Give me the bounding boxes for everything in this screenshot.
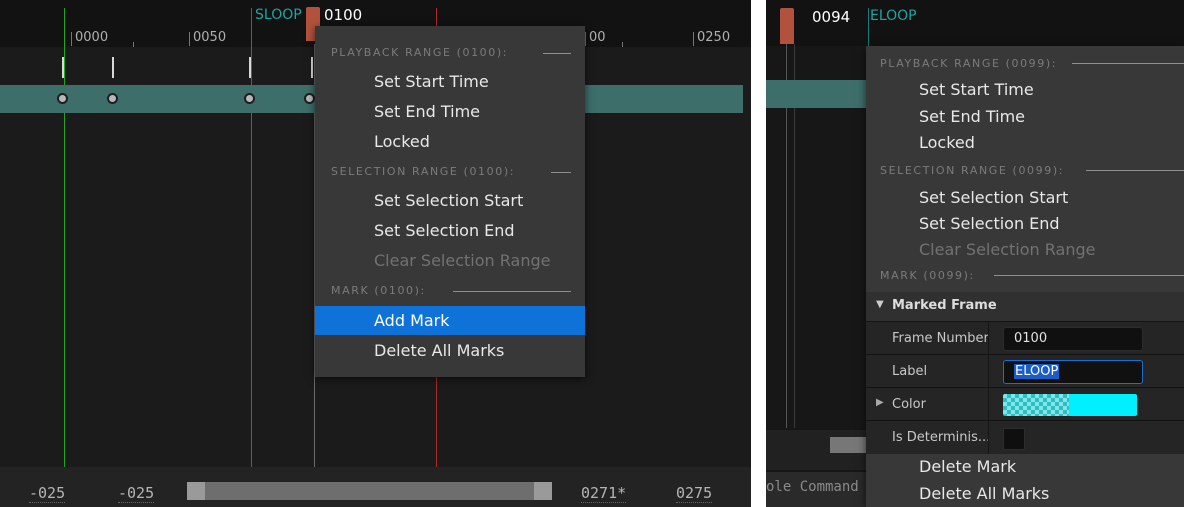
set-selection-end-item[interactable]: Set Selection End (919, 214, 1060, 233)
ruler-tick-label: 0250 (692, 30, 731, 46)
console-command-text: ole Command (766, 479, 859, 495)
label-row: Label ELOOP (866, 354, 1184, 388)
column-divider (988, 421, 989, 454)
ruler-tick-label-partial: 00 (585, 30, 606, 46)
keyframe[interactable] (107, 93, 118, 104)
ruler-minor-tick (133, 42, 134, 47)
clear-selection-range-item: Clear Selection Range (919, 240, 1096, 259)
is-deterministic-checkbox[interactable] (1003, 428, 1025, 450)
scrollbar-thumb[interactable] (830, 437, 866, 453)
set-selection-start-item[interactable]: Set Selection Start (374, 191, 523, 210)
delete-all-marks-item[interactable]: Delete All Marks (919, 484, 1049, 503)
loop-line (868, 8, 869, 48)
divider (543, 53, 571, 54)
collapse-triangle-icon[interactable]: ▼ (876, 299, 884, 310)
mark-line[interactable] (112, 57, 114, 78)
divider (453, 291, 571, 292)
set-selection-start-item[interactable]: Set Selection Start (919, 188, 1068, 207)
playhead-frame-label: 0100 (324, 6, 363, 24)
mark-header: MARK (0099): (880, 269, 975, 282)
keyframe[interactable] (244, 93, 255, 104)
set-end-time-item[interactable]: Set End Time (374, 102, 480, 121)
sequencer-timeline-left: 0000 0050 0250 00 SLOOP 0100 -025 -025 0… (0, 0, 751, 507)
mark-header: MARK (0100): (331, 284, 426, 297)
delete-all-marks-item[interactable]: Delete All Marks (374, 341, 504, 360)
ruler-minor-tick (622, 42, 623, 47)
ruler-tick-label: 0050 (188, 30, 227, 46)
is-deterministic-label: Is Determinis... (892, 430, 991, 445)
view-start-field[interactable]: -025 (29, 484, 66, 503)
divider (994, 275, 1184, 276)
timeline-scrollbar[interactable] (187, 482, 552, 500)
color-label: Color (892, 397, 926, 412)
view-end-field[interactable]: 0275 (676, 484, 713, 503)
add-mark-item[interactable]: Add Mark (374, 311, 450, 330)
locked-item[interactable]: Locked (919, 133, 975, 152)
loop-marker-label[interactable]: ELOOP (870, 8, 917, 24)
column-divider (988, 355, 989, 388)
label-label: Label (892, 364, 928, 379)
marked-frame-title: Marked Frame (892, 298, 997, 313)
frame-number-label: Frame Number (892, 331, 989, 346)
playhead-frame-label: 0094 (812, 8, 851, 26)
loop-marker-label[interactable]: SLOOP (255, 7, 302, 23)
divider (1072, 63, 1184, 64)
column-divider (988, 388, 989, 421)
locked-item[interactable]: Locked (374, 132, 430, 151)
frame-number-input[interactable]: 0100 (1003, 327, 1143, 351)
playback-range-header: PLAYBACK RANGE (0100): (331, 46, 509, 59)
marked-frame-header[interactable]: ▼ Marked Frame (866, 292, 1184, 321)
sequencer-timeline-right: 0094 ELOOP ole Command PLAYBACK RANGE (0… (766, 0, 1184, 507)
color-row: ▶ Color (866, 387, 1184, 421)
playback-start-line[interactable] (64, 8, 65, 470)
loop-start-line (251, 8, 252, 470)
solid-color (1069, 394, 1137, 416)
mark-line[interactable] (311, 57, 313, 78)
color-swatch[interactable] (1003, 394, 1137, 416)
set-end-time-item[interactable]: Set End Time (919, 107, 1025, 126)
is-deterministic-row: Is Determinis... (866, 420, 1184, 454)
working-end-field[interactable]: 0271* (581, 484, 627, 503)
playhead-handle[interactable] (780, 8, 794, 44)
divider (551, 172, 571, 173)
track-row[interactable] (766, 80, 866, 108)
keyframe[interactable] (57, 93, 68, 104)
clear-selection-range-item: Clear Selection Range (374, 251, 551, 270)
set-selection-end-item[interactable]: Set Selection End (374, 221, 515, 240)
context-menu: PLAYBACK RANGE (0100): Set Start Time Se… (315, 26, 585, 377)
scrollbar-right-handle[interactable] (534, 482, 552, 500)
context-menu: PLAYBACK RANGE (0099): Set Start Time Se… (866, 46, 1184, 507)
alpha-checker (1003, 394, 1069, 416)
delete-mark-item[interactable]: Delete Mark (919, 457, 1016, 476)
set-start-time-item[interactable]: Set Start Time (919, 80, 1034, 99)
working-start-field[interactable]: -025 (118, 484, 155, 503)
add-mark-highlight (315, 306, 585, 335)
scrollbar-left-handle[interactable] (187, 482, 205, 500)
frame-number-row: Frame Number 0100 (866, 321, 1184, 355)
playback-range-header: PLAYBACK RANGE (0099): (880, 57, 1058, 70)
keyframe[interactable] (304, 93, 315, 104)
divider (1086, 170, 1184, 171)
column-divider (988, 322, 989, 355)
ruler-tick-label: 0000 (70, 30, 109, 46)
mark-line[interactable] (249, 57, 251, 78)
selection-range-header: SELECTION RANGE (0099): (880, 164, 1065, 177)
selection-range-header: SELECTION RANGE (0100): (331, 165, 516, 178)
label-input[interactable]: ELOOP (1003, 360, 1143, 384)
expand-triangle-icon[interactable]: ▶ (876, 397, 884, 408)
set-start-time-item[interactable]: Set Start Time (374, 72, 489, 91)
mark-line[interactable] (62, 57, 64, 78)
